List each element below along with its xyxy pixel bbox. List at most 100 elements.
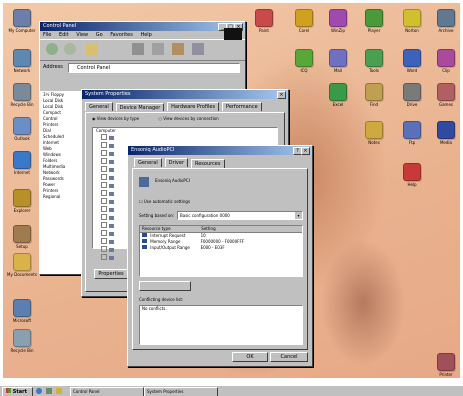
expand-icon[interactable]	[101, 182, 107, 188]
sound-card-icon	[139, 177, 149, 187]
control-panel-titlebar[interactable]: Control Panel _ □ ×	[40, 22, 245, 31]
conflict-list[interactable]: No conflicts.	[139, 305, 303, 345]
desktop-icon[interactable]: Games	[429, 83, 460, 107]
taskbar-button[interactable]: System Properties	[144, 387, 218, 396]
desktop-icon[interactable]: Find	[357, 83, 391, 107]
quick-launch-outlook-icon[interactable]	[56, 388, 62, 394]
desktop-icon[interactable]: WinZip	[321, 9, 355, 33]
desktop-icon-glyph	[329, 9, 347, 27]
expand-icon[interactable]	[101, 254, 107, 260]
menu-edit[interactable]: Edit	[59, 32, 69, 38]
properties-button[interactable]: Properties	[94, 269, 128, 279]
expand-icon[interactable]	[101, 230, 107, 236]
expand-icon[interactable]	[101, 158, 107, 164]
expand-icon[interactable]	[101, 174, 107, 180]
system-properties-titlebar[interactable]: System Properties ×	[82, 90, 288, 99]
chevron-down-icon[interactable]: ▾	[295, 212, 302, 219]
desktop-icon[interactable]: Excel	[321, 83, 355, 107]
desktop-icon[interactable]: Explorer	[5, 189, 39, 213]
tab-general[interactable]: General	[134, 158, 162, 167]
tab-general[interactable]: General	[85, 102, 113, 111]
radio-by-connection[interactable]: ○ View devices by connection	[158, 116, 218, 121]
desktop-icon[interactable]: Drive	[395, 83, 429, 107]
desktop-icon[interactable]: Ftp	[395, 121, 429, 145]
tab-performance[interactable]: Performance	[221, 102, 262, 111]
desktop-icon[interactable]: Help	[395, 163, 429, 187]
close-button[interactable]: ×	[301, 147, 310, 155]
tab-device-manager[interactable]: Device Manager	[115, 103, 165, 111]
expand-icon[interactable]	[101, 222, 107, 228]
radio-by-type[interactable]: ◉ View devices by type	[92, 116, 139, 121]
back-icon[interactable]	[46, 43, 58, 55]
resource-icon	[142, 239, 147, 243]
device-properties-dialog[interactable]: Ensoniq AudioPCI ? × General Driver Reso…	[127, 145, 313, 367]
ok-button[interactable]: OK	[232, 352, 268, 362]
desktop-icon[interactable]: Clip	[429, 49, 460, 73]
desktop-icon[interactable]: Media	[429, 121, 460, 145]
expand-icon[interactable]	[101, 134, 107, 140]
expand-icon[interactable]	[101, 198, 107, 204]
col-resource-type[interactable]: Resource type	[140, 226, 200, 232]
desktop-icon[interactable]: My Computer	[5, 9, 39, 33]
undo-icon[interactable]	[192, 43, 204, 55]
tab-driver[interactable]: Driver	[164, 158, 189, 167]
desktop-icon[interactable]: Norton	[395, 9, 429, 33]
desktop-icon[interactable]: Player	[357, 9, 391, 33]
desktop-icon[interactable]: Microsoft	[5, 299, 39, 323]
start-button[interactable]: Start	[2, 387, 33, 396]
desktop-icon[interactable]: Recycle Bin	[5, 83, 39, 107]
close-button[interactable]: ×	[277, 91, 286, 99]
menu-view[interactable]: View	[76, 32, 88, 38]
copy-icon[interactable]	[152, 43, 164, 55]
expand-icon[interactable]	[101, 142, 107, 148]
control-panel-window[interactable]: Control Panel _ □ × File Edit View Go Fa…	[39, 21, 246, 93]
desktop-icon[interactable]: Paint	[247, 9, 281, 33]
col-setting[interactable]: Setting	[201, 226, 215, 232]
desktop-icon[interactable]: Recycle Bin	[5, 329, 39, 353]
desktop-icon[interactable]: Network	[5, 49, 39, 73]
cut-icon[interactable]	[132, 43, 144, 55]
conflict-label: Conflicting device list:	[139, 297, 184, 302]
desktop-icon[interactable]: Tools	[357, 49, 391, 73]
menu-file[interactable]: File	[43, 32, 51, 38]
desktop-icon[interactable]: Word	[395, 49, 429, 73]
forward-icon[interactable]	[64, 43, 76, 55]
menu-favorites[interactable]: Favorites	[110, 32, 133, 38]
change-setting-button[interactable]	[139, 281, 191, 291]
menu-help[interactable]: Help	[140, 32, 151, 38]
device-properties-titlebar[interactable]: Ensoniq AudioPCI ? ×	[128, 146, 312, 155]
paste-icon[interactable]	[172, 43, 184, 55]
resource-list[interactable]: Resource type Setting Interrupt Request …	[139, 225, 303, 277]
taskbar-button[interactable]: Control Panel	[70, 387, 144, 396]
expand-icon[interactable]	[101, 150, 107, 156]
desktop-icon[interactable]: My Documents	[5, 253, 39, 277]
desktop-icon[interactable]: Corel	[287, 9, 321, 33]
up-icon[interactable]	[86, 43, 98, 55]
tab-hardware-profiles[interactable]: Hardware Profiles	[167, 102, 220, 111]
desktop-icon[interactable]: Internet	[5, 151, 39, 175]
desktop-icon[interactable]: Mail	[321, 49, 355, 73]
device-tree-node[interactable]	[93, 134, 277, 142]
expand-icon[interactable]	[101, 166, 107, 172]
quick-launch-ie-icon[interactable]	[36, 388, 42, 394]
expand-icon[interactable]	[101, 190, 107, 196]
desktop-icon[interactable]: ICQ	[287, 49, 321, 73]
desktop-icon[interactable]: Outlook	[5, 117, 39, 141]
desktop-icon[interactable]: Printer	[429, 353, 460, 377]
expand-icon[interactable]	[101, 214, 107, 220]
address-input[interactable]: Control Panel	[68, 63, 240, 73]
desktop-icon[interactable]: Archive	[429, 9, 460, 33]
expand-icon[interactable]	[101, 206, 107, 212]
tree-item[interactable]: Regional	[40, 194, 82, 200]
expand-icon[interactable]	[101, 246, 107, 252]
cancel-button[interactable]: Cancel	[270, 352, 308, 362]
expand-icon[interactable]	[101, 238, 107, 244]
setting-dropdown[interactable]: Basic configuration 0000 ▾	[177, 211, 303, 220]
quick-launch-desktop-icon[interactable]	[46, 388, 52, 394]
menu-go[interactable]: Go	[96, 32, 103, 38]
desktop-icon[interactable]: Setup	[5, 225, 39, 249]
desktop-icon[interactable]: Notes	[357, 121, 391, 145]
resource-row[interactable]: Input/Output Range E000 - E03F	[140, 245, 302, 251]
tab-resources[interactable]: Resources	[190, 159, 225, 168]
auto-settings-checkbox[interactable]: ☐ Use automatic settings	[139, 199, 190, 204]
